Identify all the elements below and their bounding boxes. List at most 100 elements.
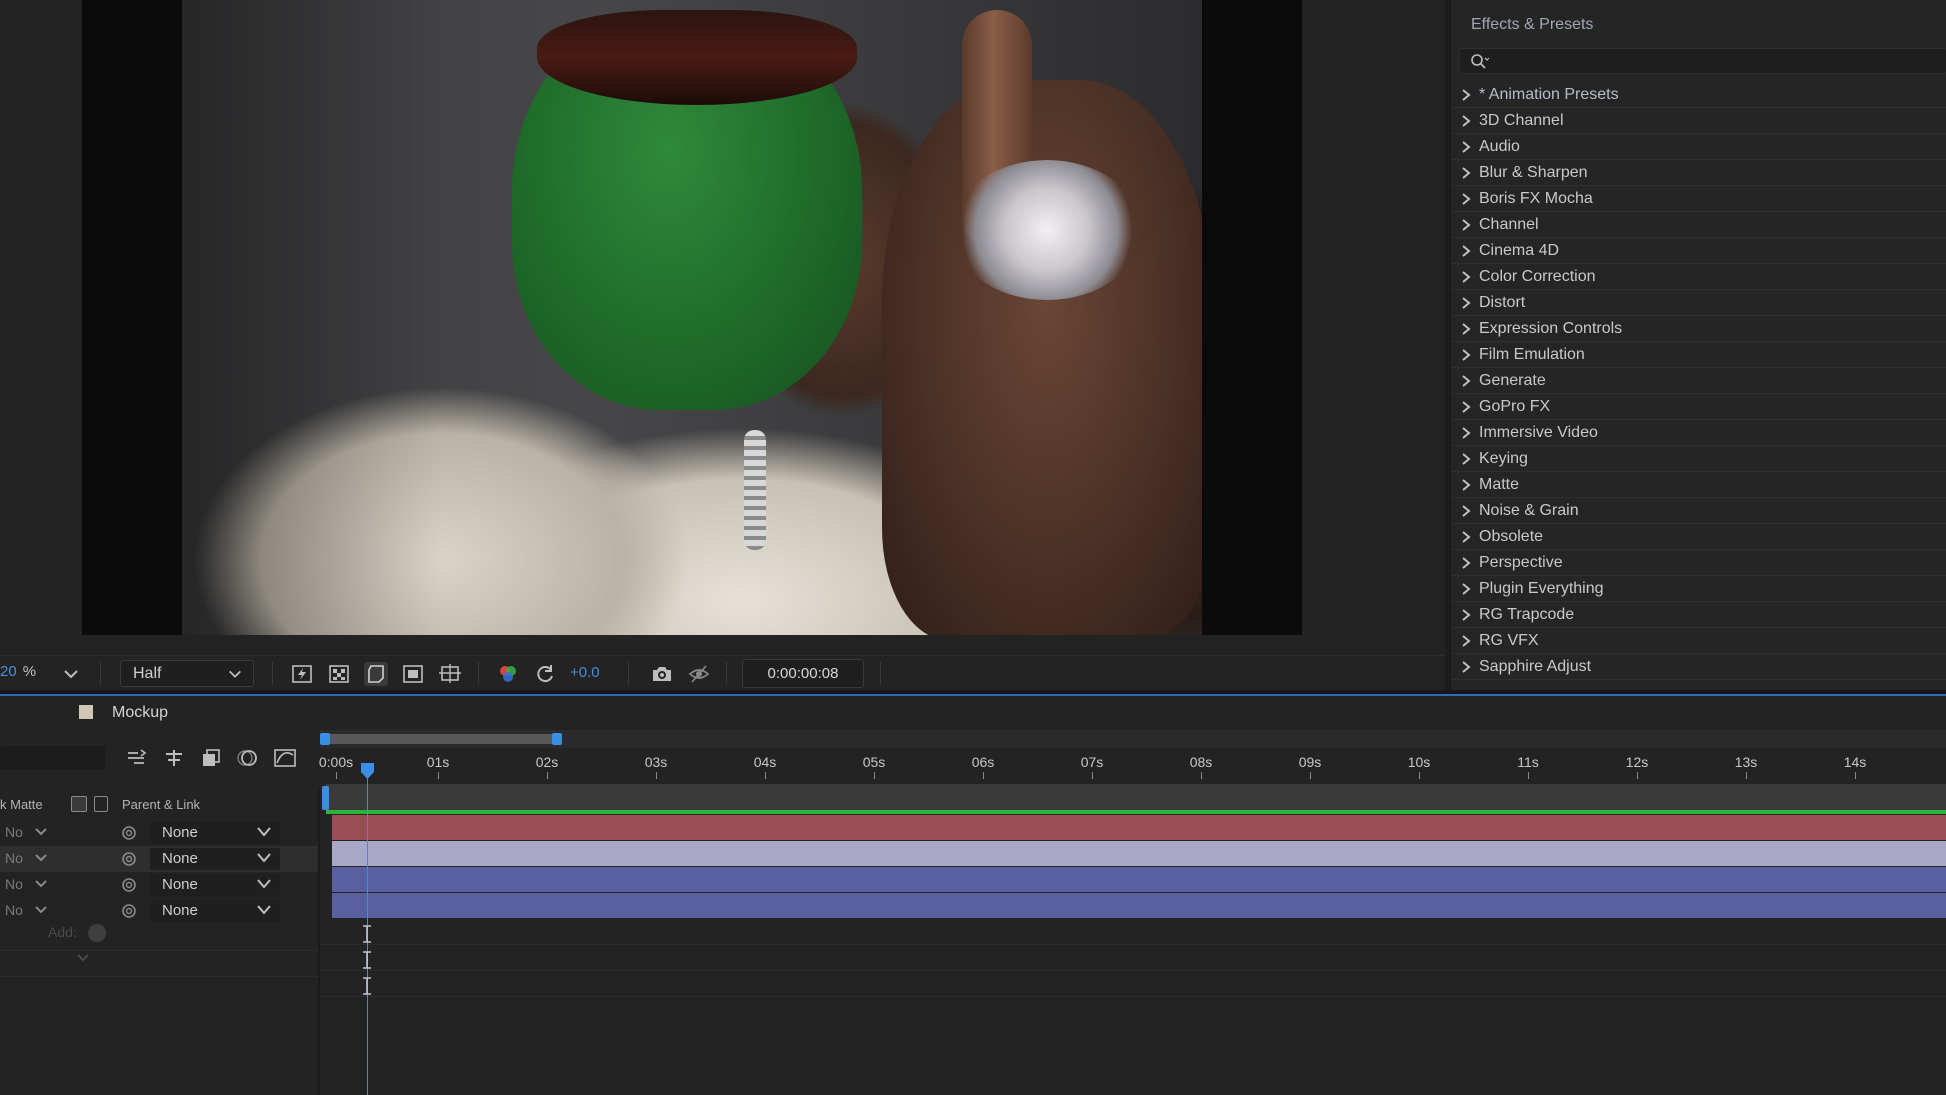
layer-search-input[interactable]	[0, 746, 105, 770]
effects-category-item[interactable]: Film Emulation	[1451, 342, 1946, 368]
resolution-select[interactable]: Half	[120, 660, 254, 687]
chevron-down-icon[interactable]	[34, 851, 48, 865]
effects-category-item[interactable]: Obsolete	[1451, 524, 1946, 550]
layer-row[interactable]: No None	[0, 820, 320, 846]
work-area-end-handle[interactable]	[552, 733, 562, 745]
effects-category-item[interactable]: Distort	[1451, 290, 1946, 316]
effects-category-item[interactable]: Plugin Everything	[1451, 576, 1946, 602]
chevron-right-icon[interactable]	[1461, 115, 1471, 127]
grid-guides-icon[interactable]	[438, 662, 462, 686]
work-area-bar[interactable]	[320, 730, 1946, 748]
chevron-right-icon[interactable]	[1461, 297, 1471, 309]
panel-title[interactable]: Effects & Presets	[1471, 16, 1593, 34]
chevron-right-icon[interactable]	[1461, 375, 1471, 387]
effects-category-item[interactable]: Sapphire Adjust	[1451, 654, 1946, 680]
effects-category-item[interactable]: * Animation Presets	[1451, 82, 1946, 108]
comp-tab-mockup[interactable]: Mockup	[79, 704, 168, 722]
effects-category-item[interactable]: Boris FX Mocha	[1451, 186, 1946, 212]
chevron-right-icon[interactable]	[1461, 505, 1471, 517]
composition-frame[interactable]	[82, 0, 1302, 635]
current-time-display[interactable]: 0:00:00:08	[742, 659, 864, 688]
work-area-start-marker[interactable]	[322, 786, 329, 810]
timeline-tracks[interactable]	[320, 784, 1946, 1095]
mask-visibility-icon[interactable]	[364, 662, 388, 686]
exposure-value[interactable]: +0.0	[570, 664, 600, 681]
layer-bar[interactable]	[332, 893, 1946, 918]
show-snapshot-icon[interactable]	[687, 662, 711, 686]
camera-icon[interactable]	[650, 662, 674, 686]
3d-layer-switch-icon[interactable]	[94, 796, 108, 812]
motion-blur-icon[interactable]	[235, 746, 261, 770]
chevron-right-icon[interactable]	[1461, 167, 1471, 179]
chevron-right-icon[interactable]	[1461, 193, 1471, 205]
zoom-value[interactable]: 20	[0, 663, 17, 680]
reset-exposure-icon[interactable]	[533, 662, 557, 686]
parent-pickwhip-icon[interactable]	[120, 876, 138, 894]
chevron-down-icon[interactable]	[34, 877, 48, 891]
adjustment-switch-icon[interactable]	[71, 796, 87, 812]
chevron-right-icon[interactable]	[1461, 141, 1471, 153]
parent-pickwhip-icon[interactable]	[120, 850, 138, 868]
chevron-right-icon[interactable]	[1461, 401, 1471, 413]
effects-category-item[interactable]: Blur & Sharpen	[1451, 160, 1946, 186]
parent-select[interactable]: None	[150, 822, 280, 844]
magnification-control[interactable]: 20%	[0, 663, 36, 680]
composition-mini-flowchart-icon[interactable]	[124, 746, 150, 770]
chevron-right-icon[interactable]	[1461, 453, 1471, 465]
parent-select[interactable]: None	[150, 848, 280, 870]
composition-viewer[interactable]: 20% Half +0.0 0:00:00:08	[0, 0, 1445, 690]
effects-category-item[interactable]: Channel	[1451, 212, 1946, 238]
chevron-down-icon[interactable]	[34, 825, 48, 839]
chevron-right-icon[interactable]	[1461, 583, 1471, 595]
draft-3d-icon[interactable]	[161, 746, 187, 770]
track-matte-select[interactable]: No	[5, 902, 23, 918]
effects-category-item[interactable]: Audio	[1451, 134, 1946, 160]
layer-bar[interactable]	[332, 815, 1946, 840]
effects-category-item[interactable]: Perspective	[1451, 550, 1946, 576]
time-ruler[interactable]: 0:00s 01s 02s 03s 04s 05s 06s 07s 08s 09…	[319, 730, 1946, 780]
parent-pickwhip-icon[interactable]	[120, 824, 138, 842]
current-time-indicator-icon[interactable]	[360, 762, 375, 780]
work-area-range[interactable]	[328, 734, 560, 744]
effects-search-input[interactable]	[1459, 48, 1946, 74]
effects-category-item[interactable]: RG Trapcode	[1451, 602, 1946, 628]
effects-category-item[interactable]: RG VFX	[1451, 628, 1946, 654]
chevron-right-icon[interactable]	[1461, 89, 1471, 101]
track-matte-select[interactable]: No	[5, 876, 23, 892]
fast-preview-icon[interactable]	[290, 662, 314, 686]
layer-row[interactable]: No None	[0, 898, 320, 924]
chevron-right-icon[interactable]	[1461, 427, 1471, 439]
chevron-right-icon[interactable]	[1461, 245, 1471, 257]
parent-pickwhip-icon[interactable]	[120, 902, 138, 920]
parent-select[interactable]: None	[150, 874, 280, 896]
effects-category-item[interactable]: Cinema 4D	[1451, 238, 1946, 264]
chevron-right-icon[interactable]	[1461, 219, 1471, 231]
parent-select[interactable]: None	[150, 900, 280, 922]
effects-category-item[interactable]: Keying	[1451, 446, 1946, 472]
effects-category-item[interactable]: Color Correction	[1451, 264, 1946, 290]
effects-category-item[interactable]: Immersive Video	[1451, 420, 1946, 446]
chevron-down-icon[interactable]	[76, 952, 90, 964]
effects-category-item[interactable]: Expression Controls	[1451, 316, 1946, 342]
chevron-right-icon[interactable]	[1461, 271, 1471, 283]
effects-category-item[interactable]: Generate	[1451, 368, 1946, 394]
graph-editor-icon[interactable]	[272, 746, 298, 770]
add-property-label[interactable]: Add:	[48, 924, 77, 940]
effects-category-item[interactable]: Matte	[1451, 472, 1946, 498]
layer-row[interactable]: No None	[0, 846, 320, 872]
chevron-right-icon[interactable]	[1461, 349, 1471, 361]
add-property-icon[interactable]	[88, 924, 106, 942]
track-matte-select[interactable]: No	[5, 850, 23, 866]
work-area-start-handle[interactable]	[320, 733, 330, 745]
layer-bar[interactable]	[332, 867, 1946, 892]
chevron-right-icon[interactable]	[1461, 323, 1471, 335]
track-matte-select[interactable]: No	[5, 824, 23, 840]
chevron-down-icon[interactable]	[62, 665, 80, 683]
effects-category-item[interactable]: Noise & Grain	[1451, 498, 1946, 524]
parent-link-column-header[interactable]: Parent & Link	[122, 797, 200, 812]
chevron-right-icon[interactable]	[1461, 531, 1471, 543]
track-matte-column-header[interactable]: k Matte	[0, 797, 43, 812]
channel-color-icon[interactable]	[496, 662, 520, 686]
chevron-right-icon[interactable]	[1461, 609, 1471, 621]
effects-category-item[interactable]: GoPro FX	[1451, 394, 1946, 420]
